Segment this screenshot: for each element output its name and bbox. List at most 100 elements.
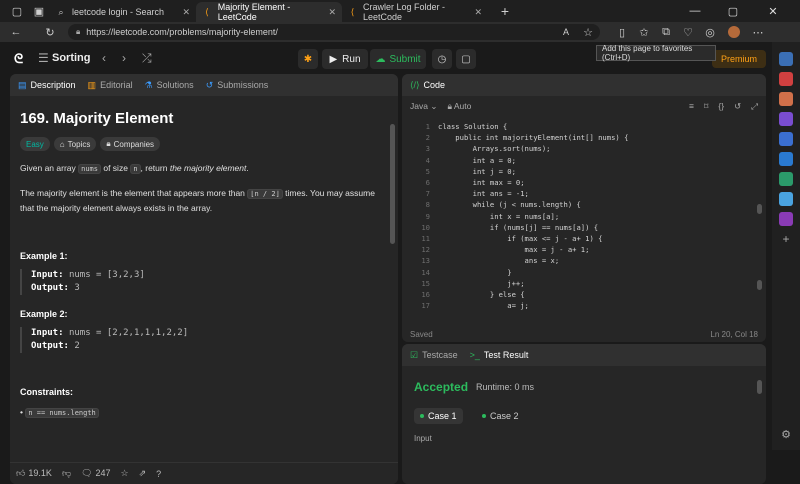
add-icon[interactable]: + [779,232,793,246]
case-2-tab[interactable]: Case 2 [476,408,525,424]
onenote-icon[interactable] [779,212,793,226]
dislike-icon[interactable]: 👎︎ [62,468,71,479]
address-bar-row: ← ↻ 🔒︎ https://leetcode.com/problems/maj… [0,22,800,42]
outlook-icon[interactable] [779,152,793,166]
case-label: Case 2 [490,411,519,421]
problem-list-icon[interactable]: ☰ [38,51,49,65]
chip-label: Companies [113,139,155,149]
like-button[interactable]: 👍︎ 19.1K [16,468,52,479]
browser-tab-active[interactable]: ⟨ Majority Element - LeetCode ✕ [196,2,342,22]
label: Output: [31,341,69,351]
minimize-icon[interactable]: — [680,0,710,22]
code-line: ans = x; [438,256,560,266]
description-tabs: ▤ Description ▥ Editorial ⚗ Solutions ↺ Subm… [10,74,398,96]
tab-description[interactable]: ▤ Description [18,80,76,91]
code-line: max = j - a+ 1; [438,245,590,255]
shuffle-icon[interactable]: ⤮ [142,51,152,66]
games-icon[interactable] [779,112,793,126]
star-icon[interactable]: ☆ [121,468,129,479]
collections-icon[interactable]: ⧉ [656,22,676,42]
tab-title: Majority Element - LeetCode [217,2,291,22]
tab-testcase[interactable]: ☑ Testcase [410,350,458,361]
settings-gear-icon[interactable]: ⚙ [779,428,793,442]
line-number: 2 [425,133,430,143]
scrollbar[interactable] [757,380,762,394]
problem-statement: Given an array nums of size n, return th… [20,161,388,176]
companies-chip[interactable]: 🔒︎ Companies [100,137,161,151]
scrollbar[interactable] [757,204,762,214]
braces-icon[interactable]: {} [718,101,724,111]
problem-list-title[interactable]: Sorting [52,52,91,64]
scrollbar[interactable] [757,280,762,290]
like-count: 19.1K [28,468,52,478]
topics-chip[interactable]: ⌂ Topics [53,137,97,151]
label: Input: [31,270,64,280]
prev-problem-icon[interactable]: ‹ [102,51,106,65]
search-icon[interactable] [779,52,793,66]
pass-dot-icon [482,414,486,418]
format-icon[interactable]: ≡ [689,101,694,111]
close-icon[interactable]: ✕ [328,7,336,18]
tab-editorial[interactable]: ▥ Editorial [88,80,133,91]
text: of size [103,163,128,173]
line-number: 10 [421,222,430,232]
shopping-icon[interactable] [779,72,793,86]
tab-submissions[interactable]: ↺ Submissions [206,80,269,91]
submit-button[interactable]: ☁ Submit [370,49,426,69]
refresh-icon[interactable]: ↻ [40,22,60,42]
browser-tab[interactable]: ⌕ leetcode login - Search ✕ [50,2,196,22]
case-1-tab[interactable]: Case 1 [414,408,463,424]
more-icon[interactable]: ⋯ [748,22,768,42]
run-button[interactable]: ▶ Run [322,49,368,69]
next-problem-icon[interactable]: › [122,51,126,65]
auto-mode[interactable]: 🔒︎ Auto [447,101,471,112]
drop-icon[interactable] [779,172,793,186]
tools-icon[interactable] [779,92,793,106]
back-icon[interactable]: ← [6,22,26,42]
close-icon[interactable]: ✕ [182,7,190,18]
premium-button[interactable]: Premium [712,50,766,68]
leetcode-favicon-icon: ⟨ [205,6,209,17]
avatar[interactable] [724,22,744,42]
bookmark-icon[interactable]: ⌑ [704,101,708,112]
tab-test-result[interactable]: >_ Test Result [470,350,529,360]
debug-icon[interactable]: ✱ [298,49,318,69]
code-editor[interactable]: 1 class Solution {2 public int majorityEl… [402,118,766,328]
language-select[interactable]: Java ⌄ [410,101,437,112]
comments-button[interactable]: 🗨︎ 247 [81,468,110,479]
share-icon[interactable]: ⇗ [139,468,147,479]
maximize-icon[interactable]: ▢ [718,0,748,22]
url-field[interactable]: 🔒︎ https://leetcode.com/problems/majorit… [68,24,600,40]
pass-dot-icon [420,414,424,418]
leetcode-logo-icon[interactable]: ᘓ [14,51,28,66]
split-screen-icon[interactable]: ▯ [612,22,632,42]
comment-icon: 🗨︎ [81,468,93,478]
reset-icon[interactable]: ↺ [734,101,741,112]
extensions-icon[interactable]: ♡ [678,22,698,42]
checkbox-icon: ☑ [410,349,419,360]
help-icon[interactable]: ? [156,469,161,479]
line-number: 15 [421,278,430,288]
inline-code: n == nums.length [25,408,99,418]
read-aloud-icon[interactable]: A [556,22,576,42]
timer-icon[interactable]: ◷ [432,49,452,69]
scrollbar[interactable] [390,124,395,244]
fullscreen-icon[interactable]: ⤢ [751,101,758,112]
profile-icon[interactable]: ▢ [6,0,28,22]
code-tab[interactable]: ⟨/⟩ Code [410,80,445,91]
close-window-icon[interactable]: ✕ [758,0,788,22]
close-icon[interactable]: ✕ [474,7,482,18]
favorite-star-icon[interactable]: ☆ [578,22,598,42]
terminal-icon: >_ [469,350,480,360]
tab-solutions[interactable]: ⚗ Solutions [145,80,194,91]
tab-title: leetcode login - Search [72,7,165,17]
browser-tab[interactable]: ⟨ Crawler Log Folder - LeetCode ✕ [342,2,488,22]
favorites-icon[interactable]: ✩ [634,22,654,42]
telegram-icon[interactable] [779,192,793,206]
workspaces-icon[interactable]: ▣ [28,0,50,22]
copilot-icon[interactable] [779,132,793,146]
example-box: Input: nums = [2,2,1,1,1,2,2] Output: 2 [20,327,388,353]
browser-essentials-icon[interactable]: ◎ [700,22,720,42]
new-tab-button[interactable]: + [494,0,516,22]
notes-icon[interactable]: ▢ [456,49,476,69]
